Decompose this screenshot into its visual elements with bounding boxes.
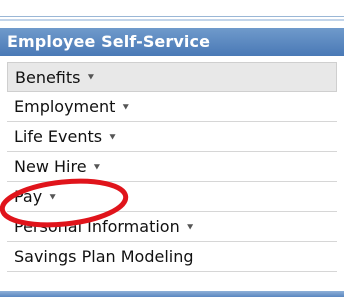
top-stripe	[0, 0, 344, 22]
top-stripe-line	[0, 19, 344, 21]
chevron-down-icon[interactable]: ⯆	[87, 71, 96, 85]
menu-item-savings-plan-modeling[interactable]: Savings Plan Modeling	[7, 242, 337, 272]
menu-item-new-hire[interactable]: New Hire ⯆	[7, 152, 337, 182]
menu-item-benefits[interactable]: Benefits ⯆	[7, 62, 337, 92]
menu-item-life-events[interactable]: Life Events ⯆	[7, 122, 337, 152]
menu-item-personal-information[interactable]: Personal Information ⯆	[7, 212, 337, 242]
chevron-down-icon[interactable]: ⯆	[93, 161, 102, 175]
menu-item-pay[interactable]: Pay ⯆	[7, 182, 337, 212]
bottom-bar	[0, 291, 344, 297]
menu-item-label: Savings Plan Modeling	[14, 247, 194, 266]
menu-item-employment[interactable]: Employment ⯆	[7, 92, 337, 122]
chevron-down-icon[interactable]: ⯆	[121, 101, 130, 115]
menu-item-label: Personal Information	[14, 217, 180, 236]
menu-item-label: Pay	[14, 187, 43, 206]
top-stripe-line	[0, 16, 344, 17]
chevron-down-icon[interactable]: ⯆	[108, 131, 117, 145]
chevron-down-icon[interactable]: ⯆	[186, 221, 195, 235]
chevron-down-icon[interactable]: ⯆	[48, 191, 57, 205]
menu-item-label: Benefits	[15, 67, 81, 87]
section-header: Employee Self-Service	[0, 28, 344, 56]
menu-item-label: Employment	[14, 97, 116, 116]
section-title: Employee Self-Service	[7, 32, 211, 51]
menu-item-label: Life Events	[14, 127, 103, 146]
menu-item-label: New Hire	[14, 157, 87, 176]
employee-self-service-menu: Benefits ⯆ Employment ⯆ Life Events ⯆ Ne…	[7, 62, 337, 272]
